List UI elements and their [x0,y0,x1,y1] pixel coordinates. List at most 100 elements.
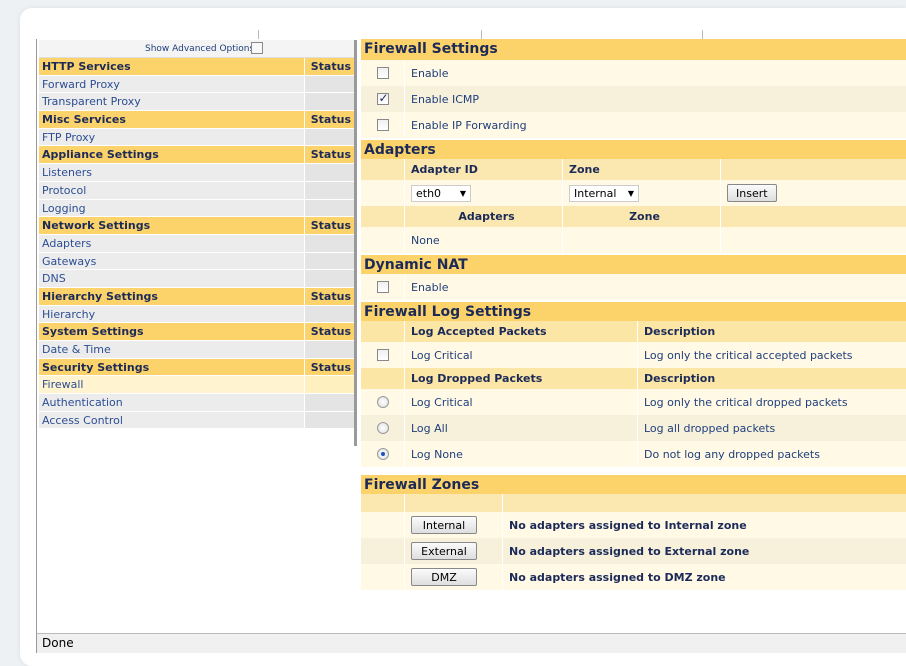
sidebar-item[interactable]: Forward Proxy [39,75,354,94]
option-row: Enable ICMP [361,86,906,112]
log-dropped-critical-radio[interactable] [376,396,389,408]
sidebar-item[interactable]: Access Control [39,411,354,430]
enable-nat-checkbox[interactable] [376,281,389,293]
sidebar-item-status [304,411,354,430]
sidebar-item[interactable]: Transparent Proxy [39,93,354,112]
dropped-header-row: Log Dropped Packets Description [361,368,906,389]
enable-ip-forwarding-checkbox[interactable] [376,119,389,131]
sidebar-item[interactable]: Firewall [39,376,354,395]
sidebar-item[interactable]: Protocol [39,181,354,200]
sidebar-status-header: Status [304,358,354,377]
sidebar-item-label[interactable]: Gateways [39,253,304,271]
log-accepted-critical-checkbox[interactable] [376,349,389,361]
sidebar-item-label[interactable]: Access Control [39,412,304,430]
log-label: Log Critical [405,342,638,368]
col-log-dropped: Log Dropped Packets [405,368,638,389]
option-label: Enable IP Forwarding [411,118,527,132]
sidebar-group-header: Hierarchy Settings Status [39,287,354,306]
log-dropped-none-radio[interactable] [376,448,389,460]
sidebar-item-status [304,75,354,94]
sidebar-item-label[interactable]: FTP Proxy [39,129,304,147]
sidebar-item-status [304,181,354,200]
log-description: Log only the critical dropped packets [644,395,848,409]
sidebar-status-header: Status [304,323,354,341]
sidebar-group-title: Hierarchy Settings [39,288,304,306]
sidebar-item-label[interactable]: Adapters [39,235,304,253]
sidebar-item-label[interactable]: Authentication [39,394,304,412]
insert-button[interactable]: Insert [727,184,777,202]
log-description: Log all dropped packets [644,421,776,435]
sidebar-item-label[interactable]: Logging [39,200,304,218]
sidebar-item-status [304,376,354,395]
section-dynamic-nat: Dynamic NAT [361,253,906,274]
sidebar-item[interactable]: Logging [39,199,354,218]
sidebar-item[interactable]: Listeners [39,164,354,182]
sidebar-group-header: Misc Services Status [39,111,354,129]
adapters-list-header: Adapters Zone [361,206,906,227]
enable-firewall-checkbox[interactable] [376,67,389,79]
zones-header-row [361,494,906,512]
sidebar-item-label[interactable]: Transparent Proxy [39,93,304,112]
sidebar-item-label[interactable]: Firewall [39,376,304,395]
log-row: Log None Do not log any dropped packets [361,441,906,467]
zone-text: No adapters assigned to DMZ zone [509,570,726,584]
option-label: Enable ICMP [411,92,480,106]
accepted-header-row: Log Accepted Packets Description [361,321,906,342]
sidebar-item-label[interactable]: Protocol [39,182,304,200]
sidebar-item-label[interactable]: Forward Proxy [39,76,304,94]
sidebar-group-header: HTTP Services Status [39,58,354,76]
sidebar-item-status [304,270,354,288]
log-dropped-all-radio[interactable] [376,422,389,434]
zone-dmz-button[interactable]: DMZ [411,568,477,586]
sidebar-item[interactable]: Hierarchy [39,305,354,324]
sidebar-item-status [304,199,354,218]
sidebar-item-label[interactable]: DNS [39,270,304,288]
log-label: Log None [405,441,638,467]
sidebar-item[interactable]: Authentication [39,394,354,412]
log-description: Log only the critical accepted packets [644,348,853,362]
log-row: Log All Log all dropped packets [361,415,906,441]
sidebar-nav: Show Advanced Options HTTP Services Statu… [39,40,357,446]
sidebar-item[interactable]: DNS [39,270,354,288]
sidebar-status-header: Status [304,58,354,76]
zone-row: External No adapters assigned to Externa… [361,538,906,564]
sidebar-item-status [304,394,354,412]
sidebar-group-header: System Settings Status [39,323,354,341]
sidebar-item[interactable]: FTP Proxy [39,128,354,147]
log-row: Log Critical Log only the critical accep… [361,342,906,368]
sidebar-group-title: Network Settings [39,217,304,235]
enable-icmp-checkbox[interactable] [376,91,389,105]
advanced-options-label: Show Advanced Options [145,44,255,54]
sidebar-item-status [304,93,354,112]
sidebar-group-title: Security Settings [39,359,304,377]
zone-select[interactable]: Internal ▼ [569,184,639,202]
sidebar-group-header: Security Settings Status [39,358,354,377]
col-zone: Zone [563,206,721,227]
zone-row: DMZ No adapters assigned to DMZ zone [361,564,906,590]
sidebar-item-label[interactable]: Listeners [39,164,304,182]
sidebar-group-header: Network Settings Status [39,217,354,235]
option-label: Enable [411,280,449,294]
adapters-none: None [405,227,563,253]
sidebar-status-header: Status [304,146,354,165]
zone-row: Internal No adapters assigned to Interna… [361,512,906,538]
sidebar-item[interactable]: Date & Time [39,341,354,359]
sidebar-item-label[interactable]: Date & Time [39,341,304,359]
sidebar-item-status [304,234,354,253]
zone-external-button[interactable]: External [411,542,477,560]
sidebar-item-status [304,164,354,182]
sidebar-item[interactable]: Gateways [39,252,354,271]
zone-internal-button[interactable]: Internal [411,516,477,534]
advanced-options-checkbox[interactable] [251,42,263,54]
sidebar-status-header: Status [304,111,354,129]
col-adapters: Adapters [405,206,563,227]
sidebar-item[interactable]: Adapters [39,234,354,253]
advanced-options-row: Show Advanced Options [39,40,354,58]
adapter-select[interactable]: eth0 ▼ [411,184,471,202]
sidebar-item-label[interactable]: Hierarchy [39,306,304,324]
col-description: Description [644,372,716,385]
browser-window: Show Advanced Options HTTP Services Statu… [20,8,906,666]
adapters-header-row: Adapter ID Zone [361,159,906,180]
chevron-down-icon: ▼ [627,188,634,198]
option-row: Enable [361,60,906,86]
